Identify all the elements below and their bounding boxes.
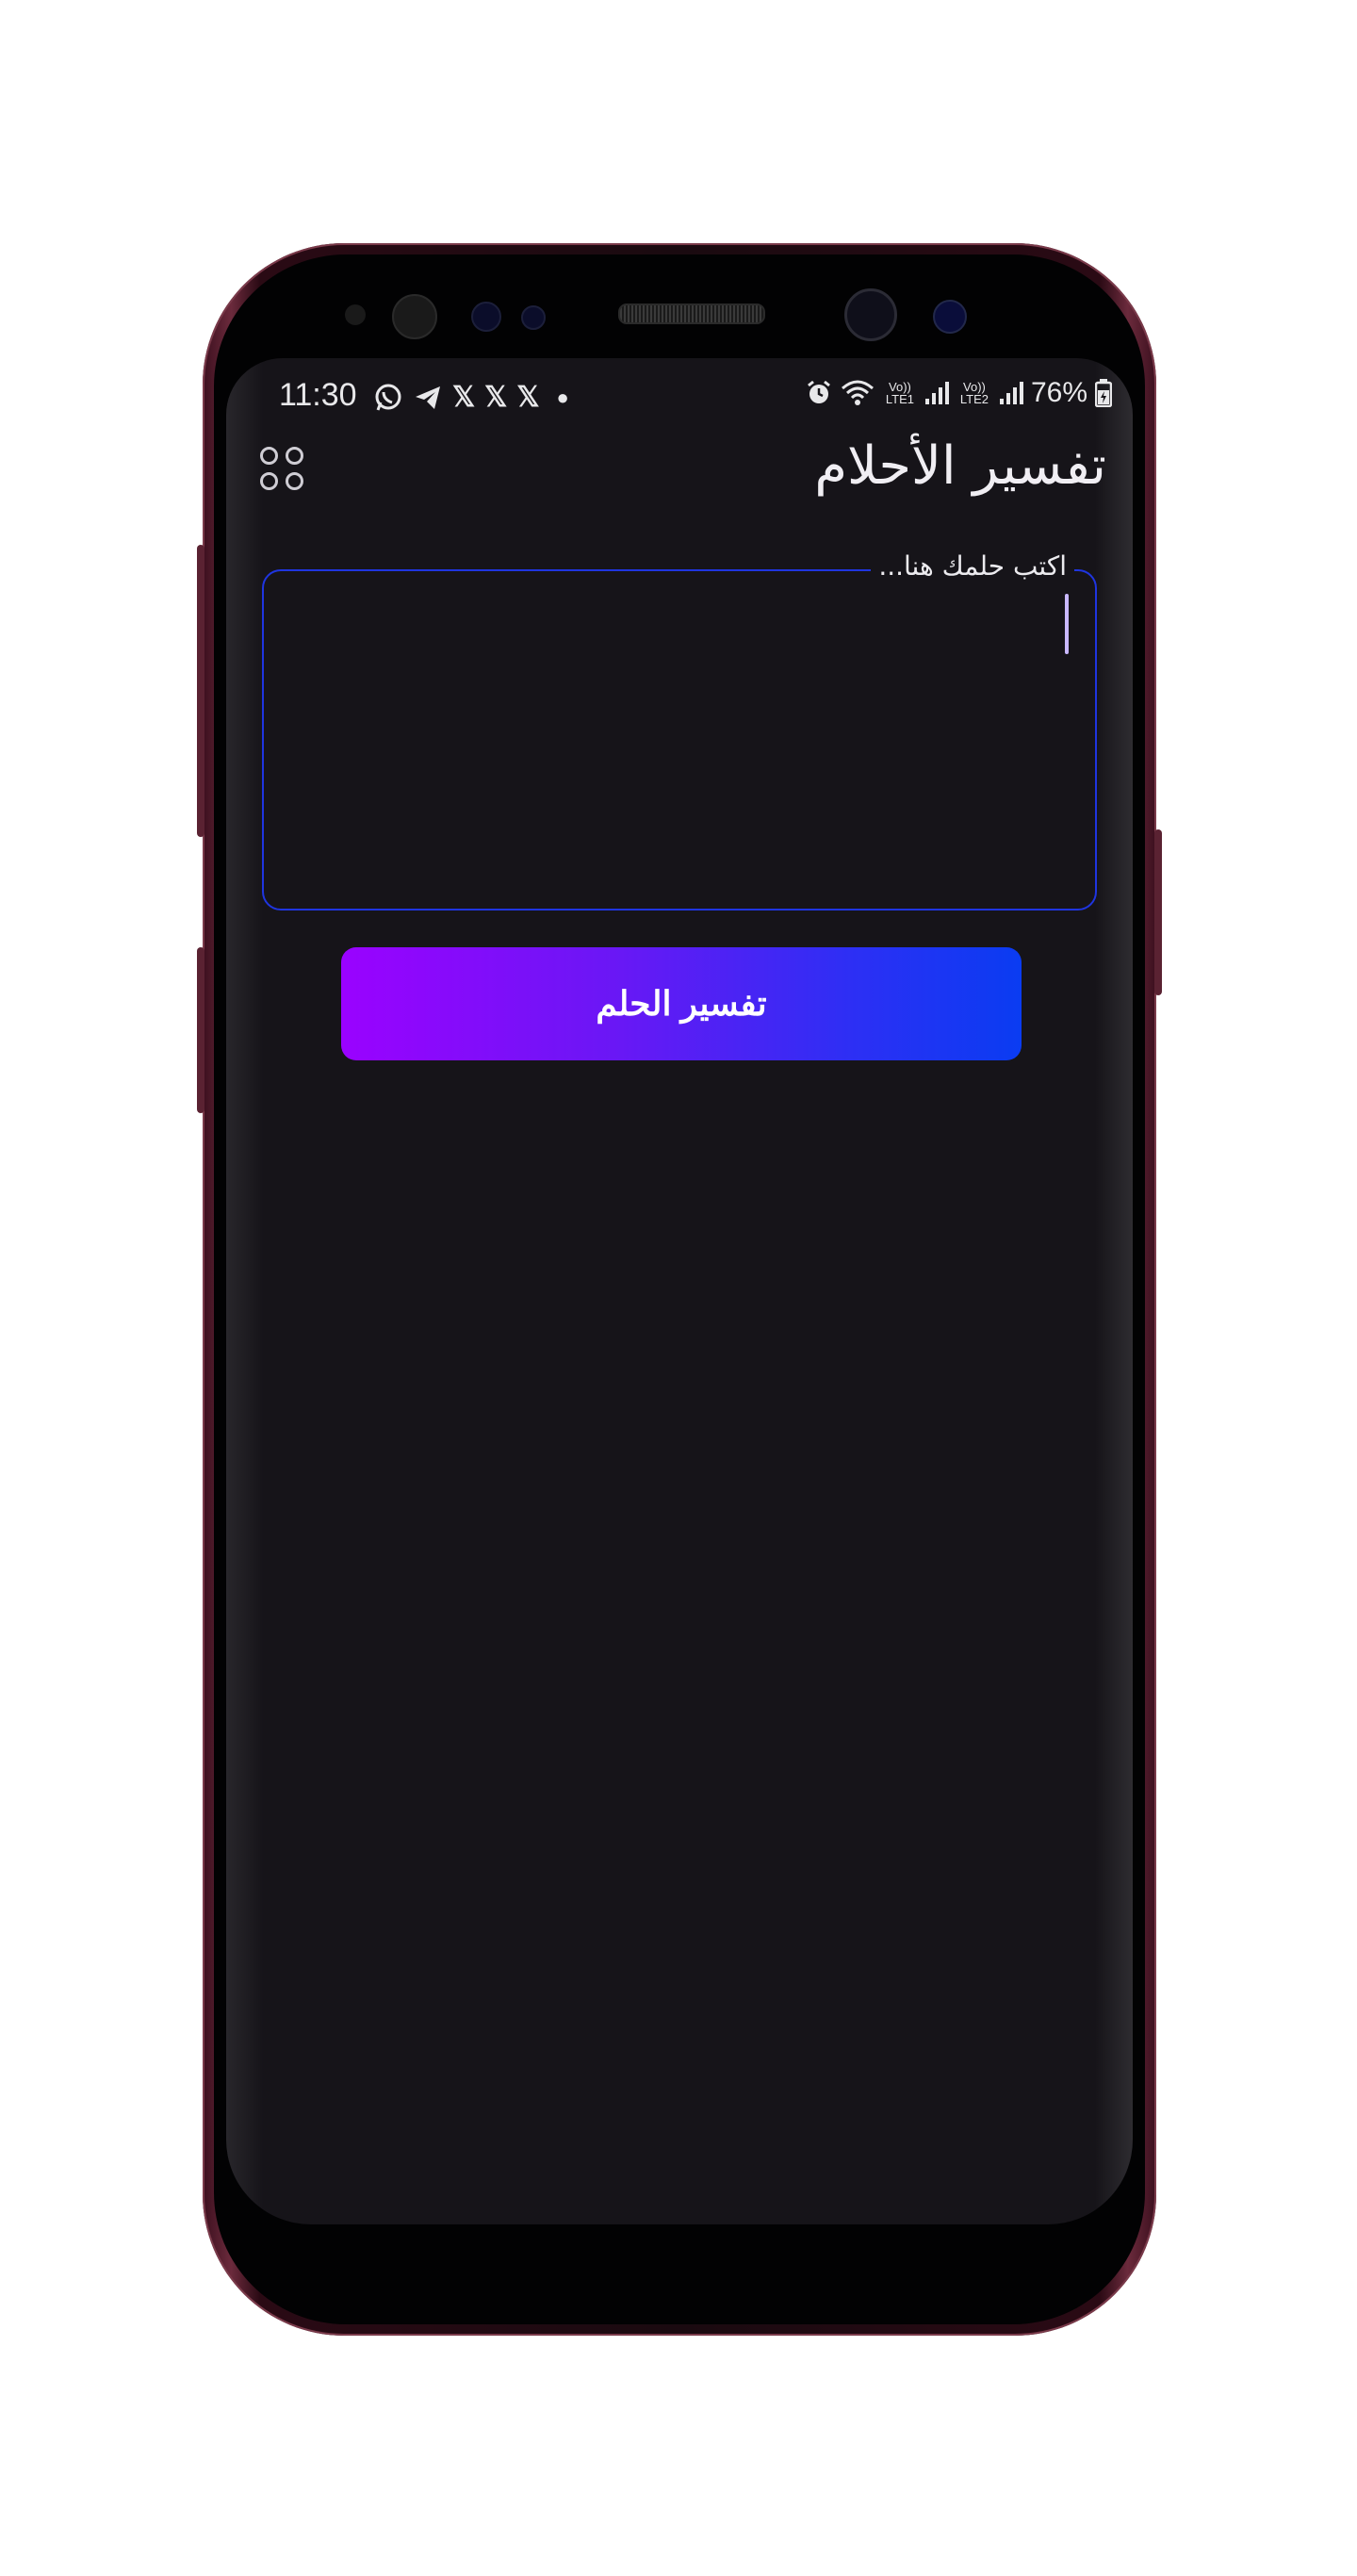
alarm-icon [808,380,830,403]
x-icon: 𝕏 [452,382,476,413]
signal-icon [999,382,1023,404]
menu-dot [260,447,278,465]
menu-dot [260,472,278,490]
page-title: تفسير الأحلام [814,435,1106,497]
dream-input-field[interactable]: اكتب حلمك هنا... [262,550,1097,911]
volume-up-button-hw [197,545,204,837]
dot-icon: ● [556,385,569,409]
status-bar: 11:30 𝕏 𝕏 𝕏 ● Vo)) LTE1 Vo)) LTE2 76% [226,368,1133,428]
menu-dot [286,447,303,465]
status-time: 11:30 [279,377,357,413]
dream-input-label: اكتب حلمك هنا... [871,550,1074,582]
text-cursor [1065,594,1069,654]
sensor-dot-small [521,305,546,330]
app-screen: 11:30 𝕏 𝕏 𝕏 ● Vo)) LTE1 Vo)) LTE2 76% تف… [226,358,1133,2224]
menu-dot [286,472,303,490]
wifi-icon [841,380,874,405]
volte1-label: Vo)) LTE1 [885,380,914,406]
menu-dots-icon[interactable] [260,447,303,490]
iris-sensor [392,294,437,339]
interpret-dream-button[interactable]: تفسير الحلم [341,947,1022,1060]
iris-camera [933,300,967,334]
device-frame: 11:30 𝕏 𝕏 𝕏 ● Vo)) LTE1 Vo)) LTE2 76% تف… [0,0,1357,2576]
x-icon: 𝕏 [516,382,540,413]
sensor-dot [471,302,501,332]
volte2-label: Vo)) LTE2 [959,380,989,406]
battery-percent: 76% [1030,377,1087,408]
power-button-hw [1154,829,1162,995]
signal-icon [924,382,949,404]
notification-icons: 𝕏 𝕏 𝕏 ● [373,381,569,414]
bixby-button-hw [197,947,204,1113]
earpiece-speaker [618,304,765,324]
screen-curve-right [1095,358,1133,2224]
telegram-icon [416,386,440,409]
whatsapp-icon [375,384,401,411]
screen-curve-left [226,358,264,2224]
front-camera [844,288,897,341]
system-icons: Vo)) LTE1 Vo)) LTE2 76% [805,377,1112,409]
proximity-sensor [345,304,366,325]
x-icon: 𝕏 [484,382,508,413]
battery-icon [1095,379,1112,407]
